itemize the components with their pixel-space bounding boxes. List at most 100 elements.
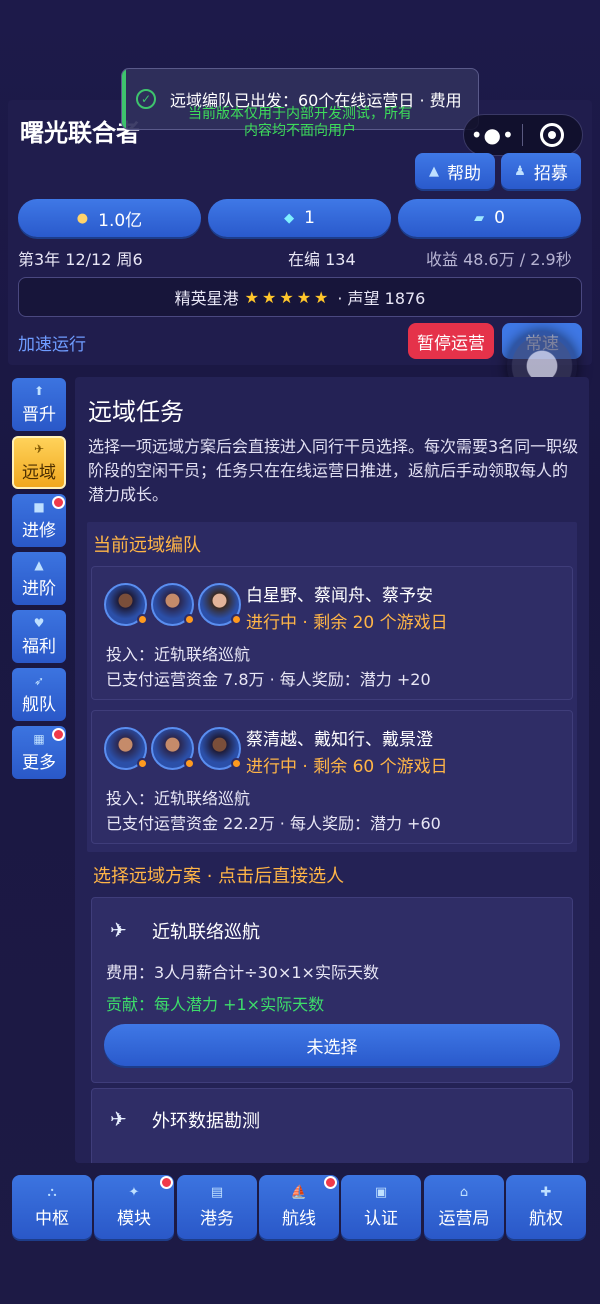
study-icon: ■ xyxy=(33,499,45,514)
person-icon: ♟ xyxy=(514,163,526,179)
ship-icon: ✈ xyxy=(110,918,127,942)
crew-names: 蔡清越、戴知行、戴景澄 xyxy=(246,730,433,750)
mission-card: 白星野、蔡闻舟、蔡予安 进行中 · 剩余 20 个游戏日 投入：近轨联络巡航 已… xyxy=(91,566,573,700)
gem-value: 1 xyxy=(304,208,315,228)
tab-label: 航线 xyxy=(282,1208,316,1229)
check-icon: ✓ xyxy=(136,89,156,109)
mission-status: 进行中 · 剩余 60 个游戏日 xyxy=(246,757,448,777)
module-icon: ✦ xyxy=(128,1184,140,1200)
diamond-icon: ◆ xyxy=(284,210,295,226)
tab-port[interactable]: ▤ 港务 xyxy=(177,1175,257,1239)
port-rating-bar: 精英星港 ★★★★★ · 声望 1876 xyxy=(18,277,582,317)
toast-accent-bar xyxy=(122,69,126,129)
fame-value: · 声望 1876 xyxy=(337,289,426,308)
mission-card: 蔡清越、戴知行、戴景澄 进行中 · 剩余 60 个游戏日 投入：近轨联络巡航 已… xyxy=(91,710,573,844)
sidebar-item-fleet[interactable]: ➶ 舰队 xyxy=(12,668,66,721)
money-pill[interactable]: ● 1.0亿 xyxy=(18,199,201,237)
sidebar-item-label: 进修 xyxy=(22,520,56,541)
tab-hub[interactable]: ⛬ 中枢 xyxy=(12,1175,92,1239)
mission-input: 投入：近轨联络巡航 xyxy=(106,645,251,664)
dev-notice: 当前版本仅用于内部开发测试，所有内容均不面向用户 xyxy=(188,106,412,139)
avatar xyxy=(198,583,242,626)
status-dot xyxy=(231,614,242,625)
expedition-panel: 远域任务 选择一项远域方案后会直接进入同行干员选择。每次需要3名同一职级阶段的空… xyxy=(75,377,589,1163)
welfare-icon: ♥ xyxy=(33,615,45,630)
avatar xyxy=(151,727,195,770)
help-icon: ▲ xyxy=(429,163,439,179)
mission-cost: 已支付运营资金 7.8万 · 每人奖励：潜力 +20 xyxy=(106,670,431,689)
tab-rights[interactable]: ✚ 航权 xyxy=(506,1175,586,1239)
sidebar-item-label: 远域 xyxy=(22,462,56,483)
tab-label: 航权 xyxy=(529,1208,563,1229)
crew-names: 白星野、蔡闻舟、蔡予安 xyxy=(246,586,433,606)
mission-status: 进行中 · 剩余 20 个游戏日 xyxy=(246,613,448,633)
tab-label: 港务 xyxy=(200,1208,234,1229)
ship-icon: ✈ xyxy=(110,1107,127,1131)
notification-dot xyxy=(52,728,65,741)
bureau-icon: ⌂ xyxy=(459,1184,469,1200)
staff-count: 在编 134 xyxy=(288,250,356,269)
avatar xyxy=(198,727,242,770)
notification-dot xyxy=(52,496,65,509)
more-icon: ▦ xyxy=(33,731,45,746)
help-label: 帮助 xyxy=(447,163,481,184)
income-rate: 收益 48.6万 / 2.9秒 xyxy=(426,250,572,269)
notification-dot xyxy=(160,1176,173,1189)
coin-icon: ● xyxy=(76,210,89,226)
bottom-tabbar: ⛬ 中枢 ✦ 模块 ▤ 港务 ⛵ 航线 ▣ 认证 ⌂ 运营局 ✚ 航权 xyxy=(12,1175,588,1241)
section-title-plans: 选择远域方案 · 点击后直接选人 xyxy=(93,866,345,887)
advance-icon: ▲ xyxy=(34,557,44,572)
mission-cost: 已支付运营资金 22.2万 · 每人奖励：潜力 +60 xyxy=(106,814,441,833)
upgrade-icon: ⬆ xyxy=(33,383,45,398)
status-dot xyxy=(231,758,242,769)
hub-icon: ⛬ xyxy=(47,1184,57,1200)
more-dots-icon[interactable]: •●• xyxy=(464,123,522,147)
miniprogram-capsule: •●• xyxy=(463,114,583,156)
target-icon xyxy=(540,123,565,147)
tab-label: 认证 xyxy=(364,1208,398,1229)
gem-pill[interactable]: ◆ 1 xyxy=(208,199,391,237)
sidebar-item-advance[interactable]: ▲ 进阶 xyxy=(12,552,66,605)
star-rating: ★★★★★ xyxy=(244,287,332,307)
crew-avatars xyxy=(104,727,242,770)
tab-cert[interactable]: ▣ 认证 xyxy=(341,1175,421,1239)
avatar xyxy=(104,727,148,770)
tab-label: 运营局 xyxy=(438,1208,490,1229)
panel-description: 选择一项远域方案后会直接进入同行干员选择。每次需要3名同一职级阶段的空闲干员；任… xyxy=(88,437,579,504)
tab-bureau[interactable]: ⌂ 运营局 xyxy=(424,1175,504,1239)
expedition-icon: ✈ xyxy=(33,441,45,456)
plan-cost: 费用：3人月薪合计÷30×1×实际天数 xyxy=(106,963,379,982)
port-icon: ▤ xyxy=(210,1184,224,1200)
recruit-label: 招募 xyxy=(533,163,568,184)
speed-up-link[interactable]: 加速运行 xyxy=(18,330,86,355)
plan-card[interactable]: ✈ 近轨联络巡航 费用：3人月薪合计÷30×1×实际天数 贡献：每人潜力 +1×… xyxy=(91,897,573,1083)
sidebar-item-welfare[interactable]: ♥ 福利 xyxy=(12,610,66,663)
panel-title: 远域任务 xyxy=(88,398,184,426)
plan-card[interactable]: ✈ 外环数据勘测 xyxy=(91,1088,573,1163)
cert-icon: ▣ xyxy=(374,1184,388,1200)
pause-button[interactable]: 暂停运营 xyxy=(408,323,494,359)
avatar xyxy=(104,583,148,626)
sidebar-item-promotion[interactable]: ⬆ 晋升 xyxy=(12,378,66,431)
tab-label: 模块 xyxy=(117,1208,151,1229)
sidebar-item-expedition[interactable]: ✈ 远域 xyxy=(12,436,66,489)
rights-icon: ✚ xyxy=(540,1184,552,1200)
sidebar-item-label: 舰队 xyxy=(22,694,56,715)
status-dot xyxy=(184,758,195,769)
help-button[interactable]: ▲ 帮助 xyxy=(415,153,495,189)
game-date: 第3年 12/12 周6 xyxy=(18,250,143,269)
avatar xyxy=(151,583,195,626)
plan-name: 近轨联络巡航 xyxy=(152,922,260,943)
sidebar-item-label: 更多 xyxy=(22,752,56,773)
sidebar-item-label: 福利 xyxy=(22,636,56,657)
plan-reward: 贡献：每人潜力 +1×实际天数 xyxy=(106,995,325,1014)
status-dot xyxy=(137,614,148,625)
recruit-button[interactable]: ♟ 招募 xyxy=(501,153,581,189)
plan-name: 外环数据勘测 xyxy=(152,1111,260,1132)
money-value: 1.0亿 xyxy=(98,210,143,231)
select-plan-button[interactable]: 未选择 xyxy=(104,1024,560,1066)
crew-avatars xyxy=(104,583,242,626)
close-miniprogram-button[interactable] xyxy=(523,123,583,147)
status-dot xyxy=(137,758,148,769)
ticket-pill[interactable]: ▰ 0 xyxy=(398,199,581,237)
